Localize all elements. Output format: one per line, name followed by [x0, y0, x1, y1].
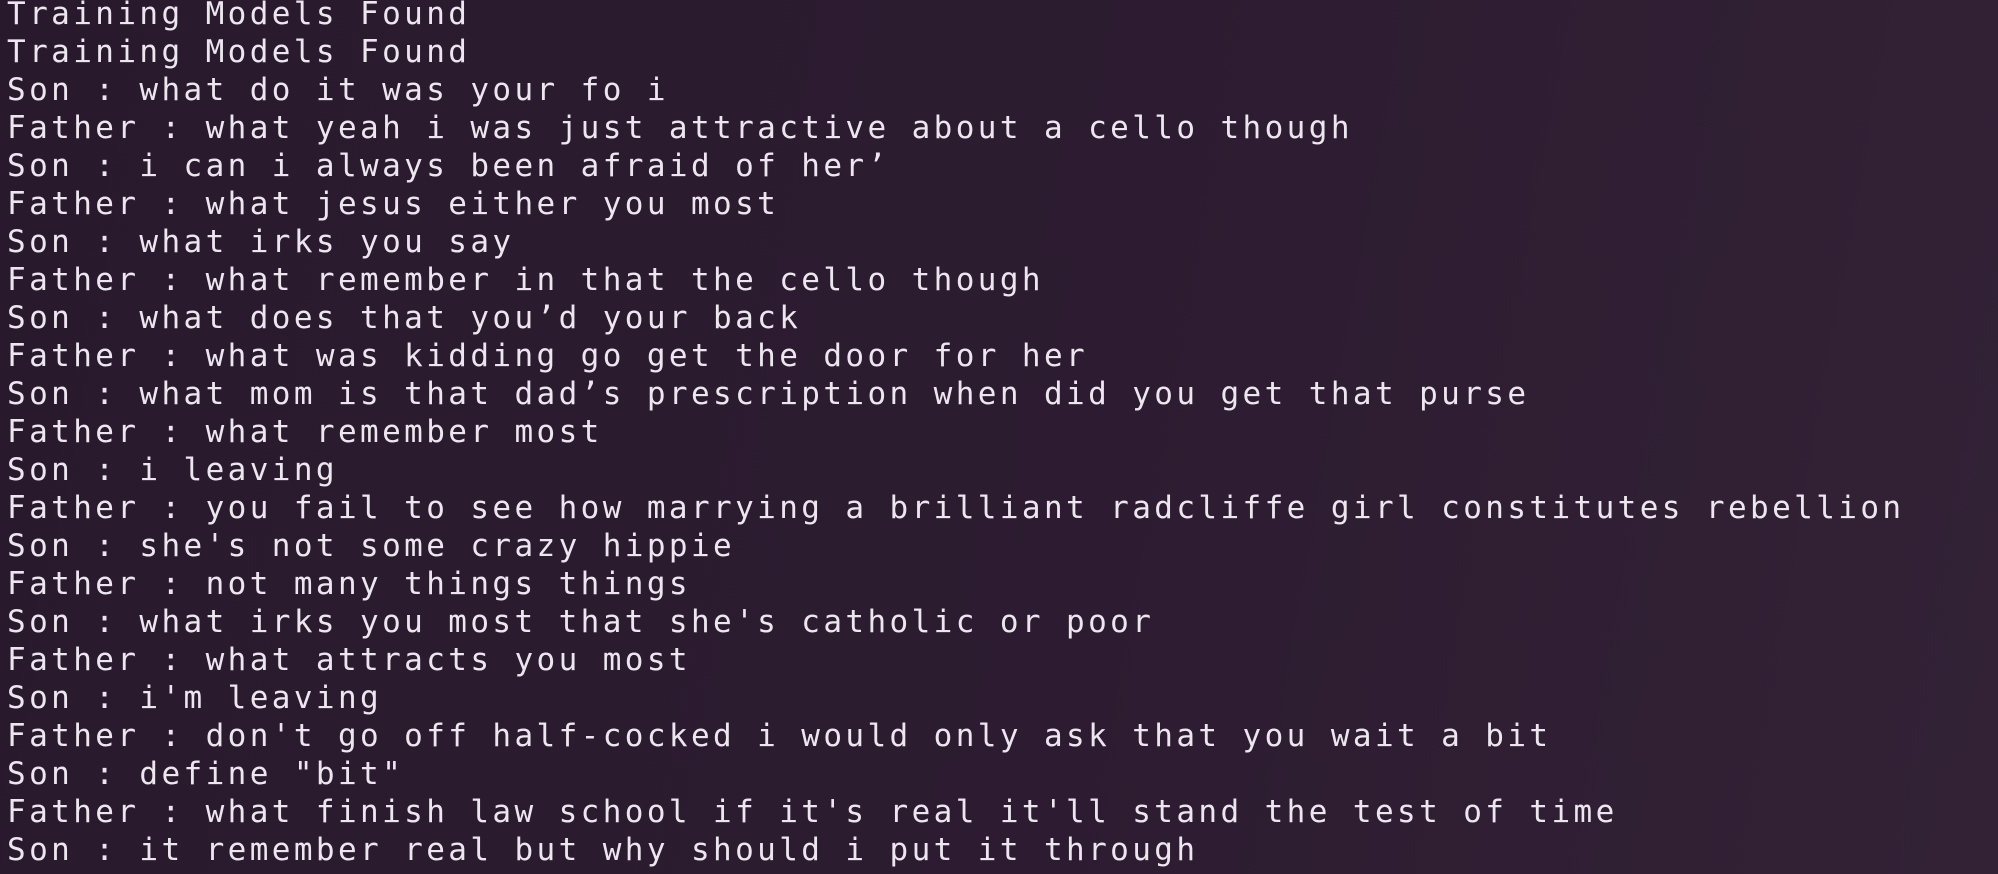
terminal-line: Training Models Found [7, 34, 471, 70]
terminal-line: Son : what irks you most that she's cath… [7, 604, 1155, 640]
terminal-line: Son : what mom is that dad’s prescriptio… [7, 376, 1530, 412]
terminal-line: Father : what finish law school if it's … [7, 794, 1618, 830]
terminal-line: Father : you fail to see how marrying a … [7, 490, 1905, 526]
terminal-line: Father : what remember most [7, 414, 603, 450]
terminal-line: Son : what do it was your fo i [7, 72, 669, 108]
terminal-line: Father : what attracts you most [7, 642, 691, 678]
terminal-line: Son : i can i always been afraid of her’ [7, 148, 890, 184]
terminal-line: Father : what was kidding go get the doo… [7, 338, 1089, 374]
terminal-line: Son : what irks you say [7, 224, 515, 260]
terminal-line: Father : what jesus either you most [7, 186, 780, 222]
terminal-line: Son : what does that you’d your back [7, 300, 802, 336]
terminal-line: Son : she's not some crazy hippie [7, 528, 736, 564]
terminal-line: Son : define "bit" [7, 756, 405, 792]
terminal-line: Father : what remember in that the cello… [7, 262, 1044, 298]
terminal-line: Father : don't go off half-cocked i woul… [7, 718, 1552, 754]
terminal-line: Son : it remember real but why should i … [7, 832, 1199, 868]
terminal-line: Training Models Found [7, 0, 471, 32]
terminal-line: Father : not many things things [7, 566, 691, 602]
terminal-line: Son : i leaving [7, 452, 338, 488]
terminal-output: ... Training Models Found Training Model… [7, 0, 1904, 869]
terminal-window[interactable]: ... Training Models Found Training Model… [0, 0, 1998, 874]
terminal-line: Father : what yeah i was just attractive… [7, 110, 1353, 146]
terminal-line: Son : i'm leaving [7, 680, 383, 716]
